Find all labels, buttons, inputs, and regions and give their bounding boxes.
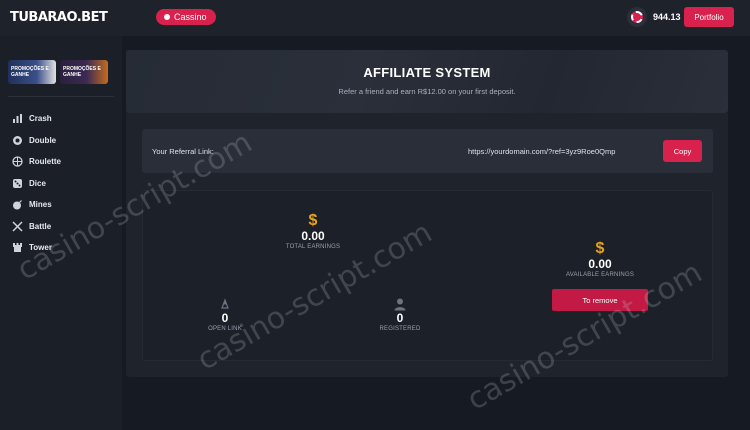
sidebar-item-label: Crash bbox=[29, 114, 52, 124]
page-title: AFFILIATE SYSTEM bbox=[363, 65, 491, 80]
stat-value: 0.00 bbox=[588, 257, 612, 271]
sidebar-item-dice[interactable]: Dice bbox=[12, 173, 61, 195]
sidebar-item-label: Double bbox=[29, 135, 57, 145]
stat-label: REGISTERED bbox=[379, 326, 421, 332]
balance-display: 944.13 bbox=[627, 7, 681, 27]
portfolio-button[interactable]: Portfolio bbox=[684, 7, 734, 27]
affiliate-header: AFFILIATE SYSTEM Refer a friend and earn… bbox=[126, 50, 728, 113]
promo-text: PROMOÇÕES E GANHE bbox=[63, 66, 101, 78]
available-earnings-stat: $ 0.00 AVAILABLE EARNINGS bbox=[540, 241, 660, 280]
promo-banner-2[interactable]: PROMOÇÕES E GANHE bbox=[60, 60, 108, 84]
sidebar-item-label: Mines bbox=[29, 200, 52, 210]
sidebar-item-roulette[interactable]: Roulette bbox=[12, 151, 61, 173]
copy-button[interactable]: Copy bbox=[663, 140, 702, 162]
sidebar-item-label: Roulette bbox=[29, 157, 61, 167]
circle-icon bbox=[12, 135, 23, 146]
page-subtitle: Refer a friend and earn R$12.00 on your … bbox=[338, 87, 516, 96]
stat-label: TOTAL EARNINGS bbox=[285, 244, 341, 250]
sidebar-item-double[interactable]: Double bbox=[12, 130, 61, 152]
dollar-icon: $ bbox=[308, 212, 318, 229]
stat-value: 0 bbox=[396, 311, 404, 325]
promo-banner-1[interactable]: PROMOÇÕES E GANHE bbox=[8, 60, 56, 84]
promo-text: PROMOÇÕES E GANHE bbox=[11, 66, 49, 78]
casino-icon bbox=[164, 14, 170, 20]
chip-icon bbox=[627, 7, 647, 27]
cassino-label: Cassino bbox=[174, 12, 207, 22]
registered-stat: 0 REGISTERED bbox=[350, 297, 450, 334]
bomb-icon bbox=[12, 199, 23, 210]
stat-label: AVAILABLE EARNINGS bbox=[565, 272, 635, 278]
dollar-icon: $ bbox=[595, 240, 605, 257]
user-icon bbox=[350, 297, 450, 311]
dice-icon bbox=[12, 178, 23, 189]
logo[interactable]: TUBARAO.BET bbox=[10, 10, 108, 25]
cassino-tab[interactable]: Cassino bbox=[156, 9, 216, 25]
sidebar-item-crash[interactable]: Crash bbox=[12, 108, 61, 130]
sidebar-item-label: Dice bbox=[29, 178, 46, 188]
stat-value: 0.00 bbox=[301, 229, 325, 243]
referral-link[interactable]: https://yourdomain.com/?ref=3yz9Roe0Qmp bbox=[468, 147, 615, 156]
top-bar: TUBARAO.BET Cassino 944.13 Portfolio bbox=[0, 0, 750, 36]
swords-icon bbox=[12, 221, 23, 232]
chart-icon bbox=[12, 113, 23, 124]
sidebar-divider bbox=[8, 96, 114, 97]
sidebar-item-label: Battle bbox=[29, 221, 52, 231]
sidebar-item-mines[interactable]: Mines bbox=[12, 194, 61, 216]
balance-value: 944.13 bbox=[653, 12, 681, 22]
roulette-icon bbox=[12, 156, 23, 167]
total-earnings-stat: $ 0.00 TOTAL EARNINGS bbox=[253, 213, 373, 252]
